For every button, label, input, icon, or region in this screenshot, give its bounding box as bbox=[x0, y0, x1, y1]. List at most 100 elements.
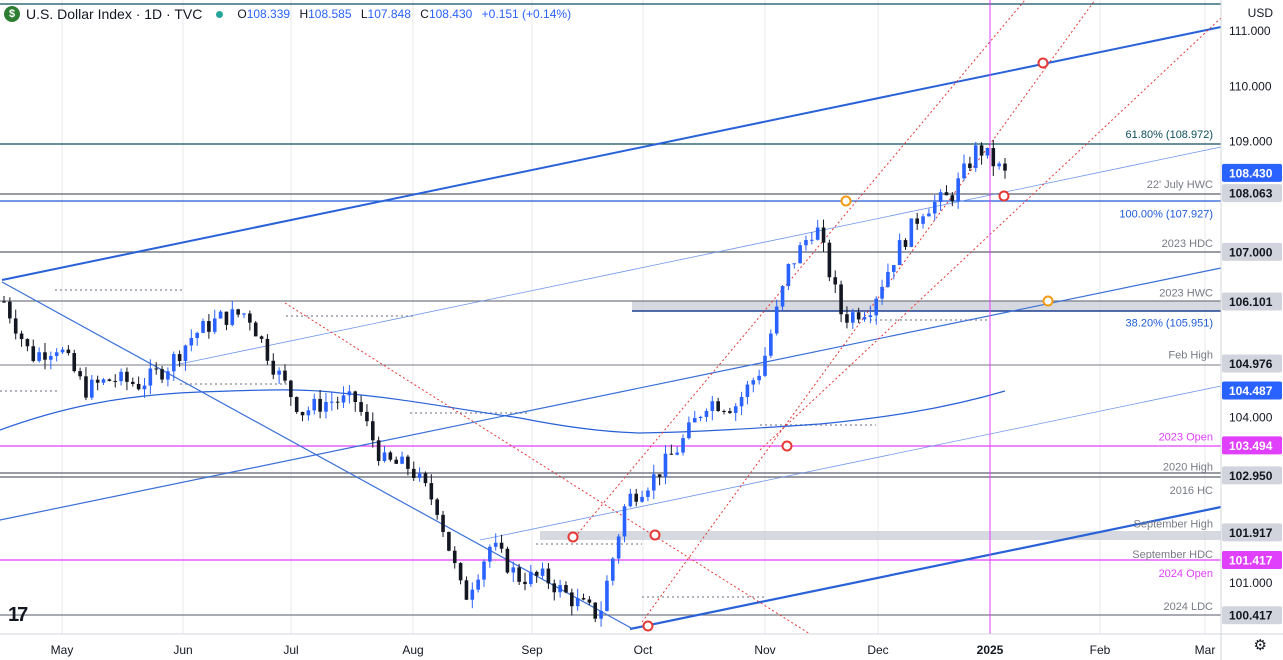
y-tick-label: 101.000 bbox=[1229, 576, 1273, 590]
candle bbox=[207, 314, 211, 339]
candle bbox=[324, 392, 328, 419]
candle bbox=[979, 142, 984, 165]
candle bbox=[470, 582, 475, 609]
candle bbox=[833, 270, 838, 294]
candle bbox=[733, 403, 738, 422]
candle bbox=[13, 309, 18, 340]
candle bbox=[101, 378, 106, 385]
candle bbox=[610, 557, 615, 586]
x-tick-label: Dec bbox=[867, 643, 888, 657]
candle bbox=[891, 264, 896, 280]
candle bbox=[236, 308, 240, 318]
candle bbox=[318, 389, 322, 419]
candle bbox=[745, 380, 750, 405]
candle bbox=[25, 338, 30, 352]
candle bbox=[195, 331, 199, 346]
candle bbox=[493, 533, 498, 551]
candle bbox=[909, 218, 914, 248]
candle bbox=[60, 346, 65, 354]
candle bbox=[2, 295, 6, 303]
candle bbox=[335, 396, 340, 410]
candle bbox=[388, 450, 393, 462]
y-tick-label: 104.000 bbox=[1229, 410, 1273, 424]
candle bbox=[66, 345, 71, 356]
candle bbox=[716, 397, 720, 412]
candle bbox=[359, 395, 363, 416]
candle bbox=[394, 456, 399, 465]
candle bbox=[751, 377, 756, 393]
candle bbox=[136, 376, 141, 391]
level-label: 2024 LDC bbox=[1163, 601, 1213, 613]
candle bbox=[499, 534, 504, 553]
candle bbox=[511, 561, 516, 583]
candle bbox=[1003, 158, 1007, 179]
candle bbox=[968, 156, 972, 171]
price-badge: 102.950 bbox=[1222, 466, 1282, 485]
candle bbox=[739, 391, 744, 416]
candle bbox=[815, 219, 820, 241]
candle bbox=[212, 309, 217, 335]
svg-text:100.417: 100.417 bbox=[1229, 609, 1273, 623]
candle bbox=[435, 497, 439, 520]
candle bbox=[593, 602, 598, 623]
candle bbox=[400, 451, 404, 465]
candle bbox=[973, 141, 978, 172]
price-badge: 107.000 bbox=[1222, 242, 1282, 261]
candle bbox=[874, 296, 879, 325]
price-chart[interactable]: 78.60% (111.525)61.80% (108.972)22' July… bbox=[0, 0, 1283, 660]
candle bbox=[84, 367, 88, 401]
candle bbox=[851, 308, 855, 329]
x-tick-label: Jun bbox=[173, 643, 192, 657]
symbol-logo-icon: $ bbox=[4, 6, 20, 22]
x-tick-label: Aug bbox=[402, 643, 423, 657]
candle bbox=[657, 474, 662, 486]
candle bbox=[692, 410, 697, 423]
gear-icon[interactable]: ⚙ bbox=[1254, 636, 1267, 654]
candle bbox=[827, 239, 832, 282]
svg-text:102.950: 102.950 bbox=[1229, 469, 1273, 483]
candle bbox=[300, 411, 305, 422]
price-axis: 108.430 108.063 107.000 106.101 104.976 104.4… bbox=[1222, 24, 1282, 625]
candle bbox=[687, 416, 691, 440]
candle bbox=[804, 235, 808, 251]
candle bbox=[757, 369, 761, 385]
price-badge: 100.417 bbox=[1222, 606, 1282, 625]
candle bbox=[962, 154, 966, 181]
symbol-title[interactable]: U.S. Dollar Index · 1D · TVC bbox=[26, 6, 202, 22]
price-badge: 104.976 bbox=[1222, 354, 1282, 373]
level-label: 2023 HDC bbox=[1162, 238, 1213, 250]
candle bbox=[365, 404, 369, 427]
candle bbox=[886, 263, 890, 288]
candle bbox=[763, 347, 767, 377]
candle bbox=[283, 364, 287, 384]
high-value: 108.585 bbox=[308, 7, 352, 21]
level-label: 100.00% (107.927) bbox=[1119, 209, 1213, 221]
level-label: Feb High bbox=[1168, 350, 1213, 362]
level-label: 2023 HWC bbox=[1159, 287, 1213, 299]
candle bbox=[224, 311, 229, 331]
candle bbox=[710, 395, 715, 421]
price-badge: 108.063 bbox=[1222, 184, 1282, 203]
time-axis: May Jun Jul Aug Sep Oct Nov Dec 2025 Feb Mar bbox=[51, 643, 1216, 657]
candle bbox=[628, 488, 633, 508]
candle bbox=[564, 581, 568, 594]
y-tick-label: 109.000 bbox=[1229, 134, 1273, 148]
candle bbox=[605, 575, 609, 612]
candle bbox=[294, 396, 299, 414]
candle bbox=[31, 339, 36, 363]
candle bbox=[728, 407, 732, 414]
currency-selector[interactable]: USD bbox=[1248, 6, 1273, 20]
x-tick-label: Nov bbox=[754, 643, 775, 657]
zone-2023-hwc bbox=[632, 301, 1221, 311]
price-badge: 103.494 bbox=[1222, 436, 1282, 455]
svg-text:108.430: 108.430 bbox=[1229, 166, 1273, 180]
candle bbox=[341, 386, 346, 408]
candle bbox=[570, 588, 574, 616]
candle bbox=[189, 329, 194, 352]
candle bbox=[792, 263, 797, 269]
candle bbox=[523, 572, 527, 591]
tradingview-logo: 17 bbox=[8, 604, 28, 626]
moving-average-line bbox=[0, 389, 1006, 434]
svg-text:104.487: 104.487 bbox=[1229, 384, 1273, 398]
high-label: H bbox=[299, 7, 309, 21]
